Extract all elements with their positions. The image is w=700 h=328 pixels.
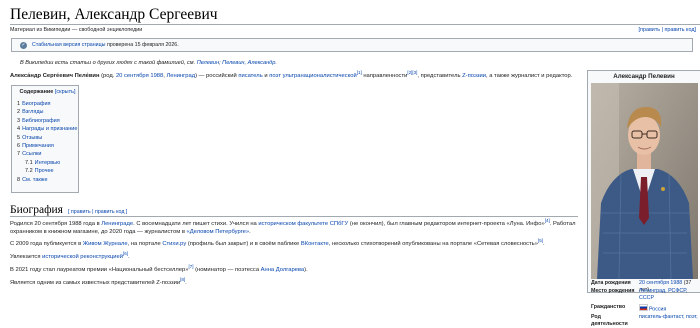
title-divider xyxy=(10,24,700,25)
ref-2-3[interactable]: [2][3] xyxy=(407,70,417,75)
lead-paragraph: Алекса́ндр Серге́евич Пеле́вин (род. 20 … xyxy=(10,70,573,79)
russia-flag-icon xyxy=(639,304,648,311)
hatnote: В Википедии есть статьи о других людях с… xyxy=(20,60,277,66)
toc-item-other[interactable]: 7.2 Прочее xyxy=(17,167,78,175)
z-poetry-link[interactable]: Z-поэзии xyxy=(462,73,486,79)
birthplace-link[interactable]: Ленинград xyxy=(166,73,195,79)
review-date-text: проверена 15 февраля 2026. xyxy=(105,41,179,48)
section-divider xyxy=(10,216,578,217)
history-faculty-link[interactable]: историческом факультете СПбГУ xyxy=(258,221,348,227)
toc-item-biography[interactable]: 1 Биография xyxy=(17,100,78,108)
site-tagline: Материал из Википедии — свободной энцикл… xyxy=(10,27,143,33)
checkmark-icon: ✓ xyxy=(20,42,27,49)
delovoy-peterburg-link[interactable]: «Деловом Петербурге» xyxy=(187,229,250,235)
infobox-title: Александр Пелевин xyxy=(613,73,675,80)
toc-item-notes[interactable]: 6 Примечания xyxy=(17,142,78,150)
bio-paragraph-4: В 2021 году стал лауреатом премии «Нацио… xyxy=(10,264,308,273)
toc-item-reviews[interactable]: 5 Отзывы xyxy=(17,134,78,142)
toc-hide-toggle[interactable]: [скрыть] xyxy=(55,89,76,95)
reenactment-link[interactable]: исторической реконструкцией xyxy=(42,254,123,260)
toc-item-links[interactable]: 7 Ссылки xyxy=(17,150,78,158)
toc-item-bibliography[interactable]: 3 Библиография xyxy=(17,117,78,125)
toc-title: Содержание xyxy=(19,89,54,95)
livejournal-link[interactable]: Живом Журнале xyxy=(83,241,128,247)
portrait-photo[interactable] xyxy=(591,83,698,279)
infobox-citizenship-link[interactable]: Россия xyxy=(649,307,666,313)
stable-version-link[interactable]: Стабильная версия страницы xyxy=(32,42,105,48)
infobox-birthplace-link[interactable]: Ленинград, РСФСР, СССР xyxy=(639,288,687,301)
bio-paragraph-5: Является одним из самых известных предст… xyxy=(10,277,187,286)
toc-item-views[interactable]: 2 Взгляды xyxy=(17,108,78,116)
subject-name: Алекса́ндр Серге́евич Пеле́вин xyxy=(10,73,100,79)
bio-paragraph-2: С 2009 года публикуется в Живом Журнале,… xyxy=(10,238,545,247)
infobox: Александр Пелевин Дата рождения 20 сентя… xyxy=(587,70,700,327)
infobox-birth-date-link[interactable]: 20 сентября 1988 xyxy=(639,280,682,286)
hatnote-link-pelevin[interactable]: Пелевин xyxy=(197,60,219,66)
stihi-ru-link[interactable]: Стихи.ру xyxy=(162,241,186,247)
toc-item-awards[interactable]: 4 Награды и признание xyxy=(17,125,78,133)
table-of-contents: Содержание [скрыть] 1 Биография 2 Взгляды … xyxy=(11,85,79,193)
infobox-occupation-link[interactable]: писатель-фантаст, поэт, xyxy=(639,314,698,320)
anna-dolgareva-link[interactable]: Анна Долгарева xyxy=(261,267,304,273)
edit-link-top[interactable]: [править | править код] xyxy=(639,27,696,35)
poet-link[interactable]: поэт ультранационалистической xyxy=(269,73,357,79)
writer-link[interactable]: писатель xyxy=(238,73,262,79)
portrait-illustration xyxy=(591,83,698,279)
toc-item-interviews[interactable]: 7.1 Интервью xyxy=(17,159,78,167)
leningrad-link[interactable]: Ленинграде xyxy=(101,221,133,227)
birth-date-link[interactable]: 20 сентября 1988 xyxy=(116,73,163,79)
bio-paragraph-3: Увлекается исторической реконструкцией[6… xyxy=(10,251,130,260)
toc-item-see-also[interactable]: 8 См. также xyxy=(17,176,78,184)
section-edit-link[interactable]: [ править | править код ] xyxy=(68,209,127,215)
bio-paragraph-1-cont: охранником в книжном магазине, до 2020 г… xyxy=(10,229,251,235)
vkontakte-link[interactable]: ВКонтакте xyxy=(301,241,329,247)
hatnote-link-pelevin-alexander[interactable]: Пелевин, Александр xyxy=(222,60,275,66)
stable-version-notice: ✓ Стабильная версия страницы проверена 1… xyxy=(11,38,693,52)
